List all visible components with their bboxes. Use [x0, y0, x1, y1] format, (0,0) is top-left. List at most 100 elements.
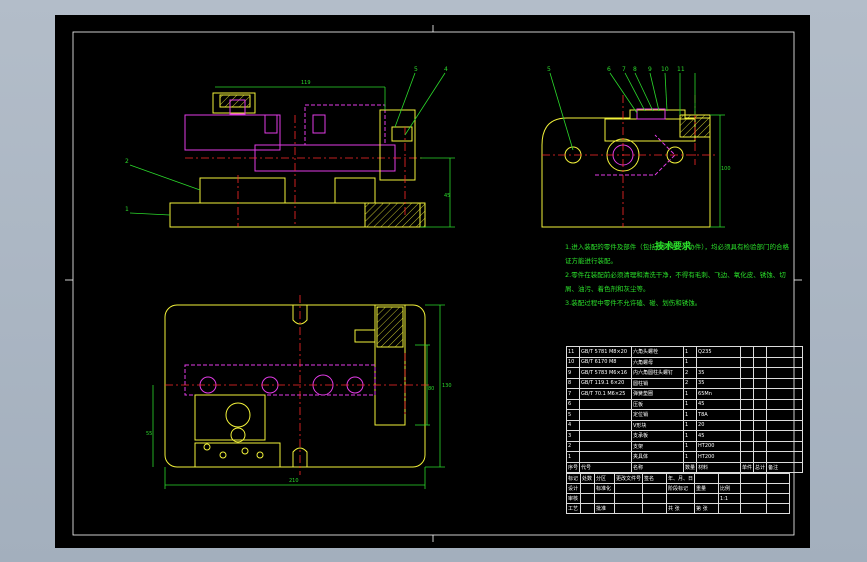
bom-cell	[753, 419, 768, 431]
bom-cell: 10	[565, 356, 581, 368]
title-block-cell	[666, 493, 696, 504]
bom-cell: 1	[683, 419, 698, 431]
bom-cell: 4	[565, 419, 581, 431]
title-block-cell: 比例	[718, 483, 742, 494]
title-block-cell	[642, 483, 668, 494]
bom-cell: 六角螺母	[631, 356, 685, 368]
title-block-cell	[613, 503, 644, 514]
dim-side-h: 45	[444, 193, 450, 199]
bom-cell	[579, 419, 633, 431]
title-block-cell	[642, 493, 668, 504]
bom-cell: 1	[683, 440, 698, 452]
bom-cell	[753, 377, 768, 389]
bom-cell	[766, 367, 804, 379]
tech-note: 2.零件在装配前必须清理和清洗干净，不得有毛刺、飞边、氧化皮、锈蚀、切	[565, 271, 786, 279]
bom-cell: 1	[683, 451, 698, 463]
bom-cell: 45	[696, 398, 742, 410]
dim-side-right: 100	[721, 166, 731, 172]
bom-cell	[753, 367, 768, 379]
bom-cell	[740, 388, 755, 400]
bom-cell: 支承板	[631, 430, 685, 442]
bom-cell: HT200	[696, 451, 742, 463]
front-view: 119 45 5 4 2 1	[125, 66, 455, 228]
bom-cell	[740, 430, 755, 442]
bom-cell: 35	[696, 367, 742, 379]
bom-row: 3 支承板 1 45	[565, 430, 804, 442]
bom-cell	[740, 377, 755, 389]
title-block-cell	[613, 483, 644, 494]
bom-cell	[740, 419, 755, 431]
title-block-cell: 工艺	[566, 503, 581, 514]
bom-cell: 6	[565, 398, 581, 410]
bom-cell: 65Mn	[696, 388, 742, 400]
tech-note: 3.装配过程中零件不允许磕、碰、划伤和锈蚀。	[565, 299, 702, 307]
tech-notes: 1.进入装配的零件及部件（包括外购件、外协件），均必须具有检验部门的合格 证方能…	[565, 240, 805, 310]
bom-cell: 3	[565, 430, 581, 442]
title-block-row: 标记 处数 分区 更改文件号 签名 年、月、日	[566, 473, 791, 484]
title-block-cell: 标记	[566, 473, 581, 484]
drawing-sheet[interactable]: 119 45 5 4 2 1 100 5 6 7 8 9 10 11 210 1…	[55, 15, 810, 548]
bom-cell	[766, 419, 804, 431]
label-front-5: 5	[414, 66, 418, 73]
title-block-cell	[740, 493, 768, 504]
title-block-cell	[580, 503, 595, 514]
bom-cell: 内六角圆柱头螺钉	[631, 367, 685, 379]
bom-cell	[766, 388, 804, 400]
bom-row: 6 压板 1 45	[565, 398, 804, 410]
bom-row: 11 GB/T 5781 M8×20 六角头螺栓 1 Q235	[565, 346, 804, 358]
title-block-cell	[694, 493, 720, 504]
bom-header-cell: 序号	[565, 461, 581, 473]
title-block-cell	[718, 473, 742, 484]
title-block-row: 审核 1:1	[566, 493, 791, 504]
bom-header-row: 序号 代号 名称 数量 材料 单件 总计 备注	[565, 461, 804, 473]
bom-cell	[753, 430, 768, 442]
bom-cell: 1	[683, 388, 698, 400]
bom-cell	[579, 440, 633, 452]
label-side-11: 11	[677, 66, 685, 73]
bom-header-cell: 单件	[740, 461, 755, 473]
bom-cell: 11	[565, 346, 581, 358]
dim-plan-left: 55	[146, 431, 152, 437]
bom-header-cell: 备注	[766, 461, 804, 473]
bom-cell	[766, 440, 804, 452]
bom-cell	[753, 356, 768, 368]
bom-row: 1 夹具体 1 HT200	[565, 451, 804, 463]
bom-header-cell: 代号	[579, 461, 633, 473]
bom-cell	[766, 346, 804, 358]
bom-cell: 2	[565, 440, 581, 452]
bom-cell: 35	[696, 377, 742, 389]
title-block-cell: 分区	[594, 473, 615, 484]
bom-header-cell: 总计	[753, 461, 768, 473]
bom-cell	[740, 409, 755, 421]
bom-cell	[766, 398, 804, 410]
title-block-cell: 更改文件号	[613, 473, 644, 484]
title-block-cell: 标准化	[594, 483, 615, 494]
bill-of-materials: 11 GB/T 5781 M8×20 六角头螺栓 1 Q235 10 GB/T 6170 M…	[565, 346, 804, 473]
title-block-cell	[613, 493, 644, 504]
label-side-9: 9	[648, 66, 652, 73]
title-block-cell	[594, 493, 615, 504]
bom-cell: Q235	[696, 346, 742, 358]
bom-cell: GB/T 6170 M8	[579, 356, 633, 368]
bom-header-cell: 材料	[696, 461, 742, 473]
title-block-cell	[740, 473, 768, 484]
bom-cell	[696, 356, 742, 368]
tech-note: 屑、油污、着色剂和灰尘等。	[565, 285, 650, 293]
bom-cell: 支架	[631, 440, 685, 452]
label-side-7: 7	[622, 66, 626, 73]
bom-row: 4 V形块 1 20	[565, 419, 804, 431]
bom-cell: V形块	[631, 419, 685, 431]
bom-cell	[579, 409, 633, 421]
bom-cell	[766, 377, 804, 389]
bom-cell: 20	[696, 419, 742, 431]
bom-row: 10 GB/T 6170 M8 六角螺母 1	[565, 356, 804, 368]
title-block-cell: 审核	[566, 493, 581, 504]
bom-cell	[740, 440, 755, 452]
bom-cell	[740, 346, 755, 358]
label-side-5: 5	[547, 66, 551, 73]
title-block-cell: 重量	[694, 483, 720, 494]
label-front-4: 4	[444, 66, 448, 73]
bom-cell	[753, 440, 768, 452]
bom-row: 9 GB/T 5783 M6×16 内六角圆柱头螺钉 2 35	[565, 367, 804, 379]
bom-cell: 弹簧垫圈	[631, 388, 685, 400]
